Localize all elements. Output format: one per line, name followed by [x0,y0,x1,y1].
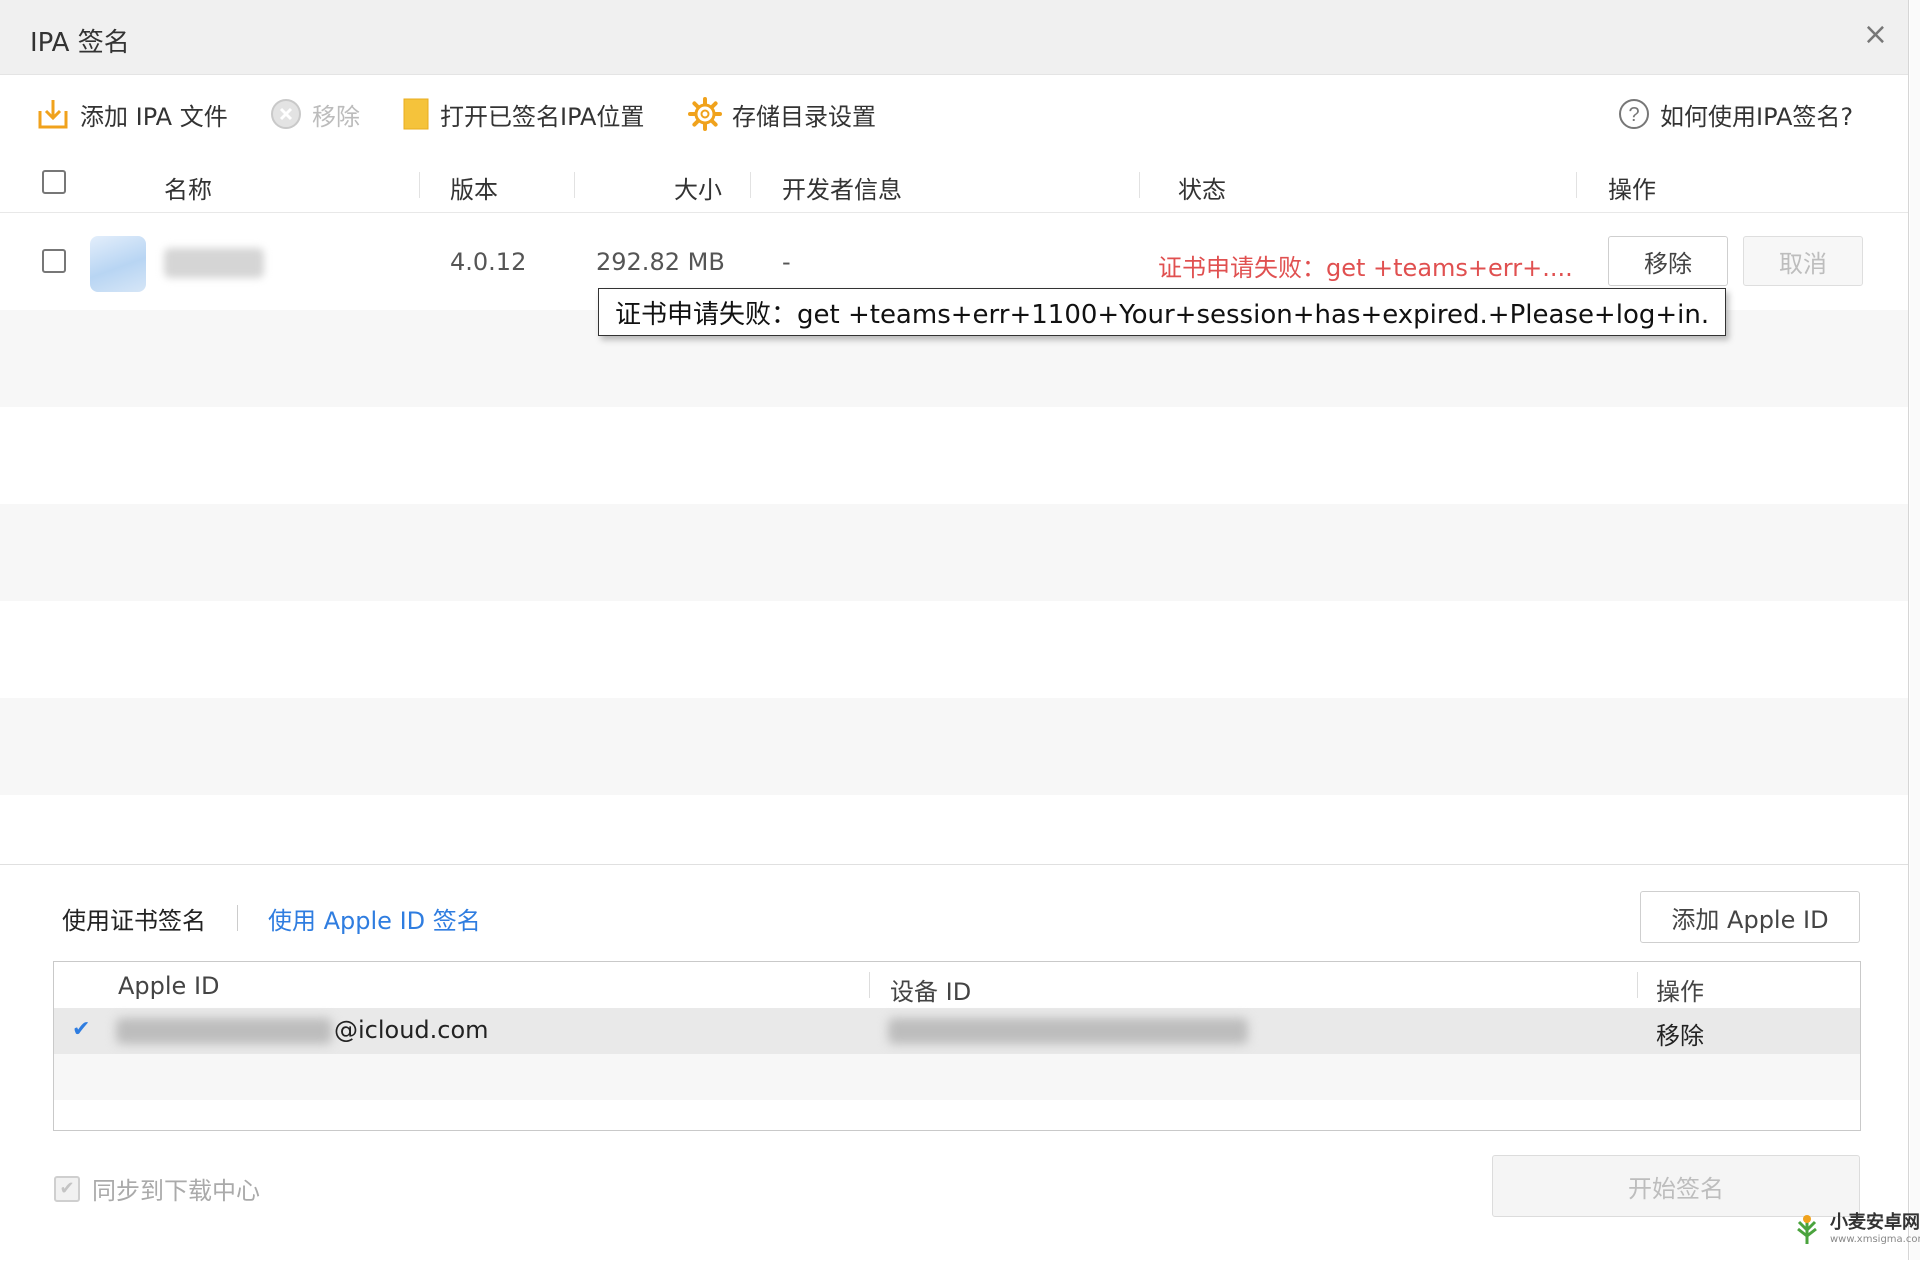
device-id-redacted [888,1018,1248,1044]
title-bar: IPA 签名 × [0,0,1908,75]
close-icon[interactable]: × [1863,20,1888,50]
col-size: 大小 [674,176,722,204]
table-row-empty [0,407,1908,504]
add-ipa-label: 添加 IPA 文件 [80,102,228,131]
background-window-edge [1910,0,1920,1260]
wheat-logo-icon [1797,1215,1817,1244]
tab-appleid-sign[interactable]: 使用 Apple ID 签名 [268,901,481,936]
folder-icon [402,97,430,131]
remove-toolbar-button[interactable]: 移除 [270,96,360,132]
row-checkbox[interactable] [42,249,66,273]
app-name-redacted [164,248,264,278]
table-row-empty [0,504,1908,601]
tab-cert-sign[interactable]: 使用证书签名 [62,901,206,936]
apple-id-domain: @icloud.com [334,1016,489,1044]
svg-text:?: ? [1628,104,1639,126]
apple-id-table: Apple ID 设备 ID 操作 ✔ @icloud.com 移除 [53,961,1861,1131]
site-watermark: 小麦安卓网 www.xmsigma.com [1790,1212,1920,1246]
add-apple-id-button[interactable]: 添加 Apple ID [1640,891,1860,943]
table-row-empty [0,601,1908,698]
row-developer: - [782,248,791,276]
sync-label: 同步到下载中心 [92,1177,260,1205]
col-status: 状态 [1178,176,1226,204]
col-divider [1637,972,1638,998]
col-developer: 开发者信息 [782,176,902,204]
ipa-sign-dialog: IPA 签名 × 添加 IPA 文件 移除 打开已签名IPA位置 存储目录设置 … [0,0,1909,1261]
add-ipa-button[interactable]: 添加 IPA 文件 [36,96,228,132]
col-divider [419,172,420,198]
status-tooltip: 证书申请失败：get +teams+err+1100+Your+session+… [598,288,1727,336]
col-account-actions: 操作 [1656,978,1704,1006]
col-device-id: 设备 ID [890,978,972,1006]
toolbar: 添加 IPA 文件 移除 打开已签名IPA位置 存储目录设置 ? 如何使用IPA… [0,74,1908,156]
col-actions: 操作 [1608,176,1656,204]
sync-download-center[interactable]: ✔ 同步到下载中心 [54,1171,260,1206]
col-divider [750,172,751,198]
storage-settings-button[interactable]: 存储目录设置 [688,96,876,132]
row-version: 4.0.12 [450,248,527,276]
row-cancel-button[interactable]: 取消 [1743,236,1863,286]
selected-check-icon: ✔ [72,1017,91,1042]
window-title: IPA 签名 [30,28,130,58]
storage-settings-label: 存储目录设置 [732,102,876,131]
signing-panel: 使用证书签名 使用 Apple ID 签名 添加 Apple ID Apple … [0,864,1908,1261]
import-icon [36,97,70,131]
apple-id-row-empty [54,1054,1860,1100]
select-all-checkbox[interactable] [42,170,66,194]
open-signed-location-button[interactable]: 打开已签名IPA位置 [402,96,644,132]
start-sign-button[interactable]: 开始签名 [1492,1155,1860,1217]
apple-id-redacted [116,1018,332,1044]
apple-id-row[interactable]: ✔ @icloud.com 移除 [54,1008,1860,1054]
help-link[interactable]: ? 如何使用IPA签名? [1618,96,1853,132]
account-remove-link[interactable]: 移除 [1656,1016,1704,1051]
help-icon: ? [1618,98,1650,130]
col-divider [574,172,575,198]
watermark-url: www.xmsigma.com [1830,1233,1920,1245]
sync-checkbox[interactable]: ✔ [54,1175,80,1202]
table-row-empty [0,698,1908,795]
col-version: 版本 [450,176,498,204]
col-divider [1139,172,1140,198]
col-name: 名称 [164,176,212,204]
col-apple-id: Apple ID [118,972,220,1000]
gear-icon [688,97,722,131]
row-size: 292.82 MB [596,248,725,276]
remove-toolbar-label: 移除 [312,102,360,131]
ipa-table-header: 名称 版本 大小 开发者信息 状态 操作 [0,156,1908,213]
row-status: 证书申请失败：get +teams+err+.... [1158,254,1573,282]
help-label: 如何使用IPA签名? [1660,102,1854,131]
row-remove-button[interactable]: 移除 [1608,236,1728,286]
watermark-title: 小麦安卓网 [1830,1211,1920,1233]
remove-circle-icon [270,98,302,130]
col-divider [869,972,870,998]
table-row-empty [0,795,1908,863]
apple-id-table-header: Apple ID 设备 ID 操作 [54,962,1860,1008]
app-icon [90,236,146,292]
tab-divider [237,905,238,931]
col-divider [1576,172,1577,198]
open-signed-location-label: 打开已签名IPA位置 [440,102,645,131]
